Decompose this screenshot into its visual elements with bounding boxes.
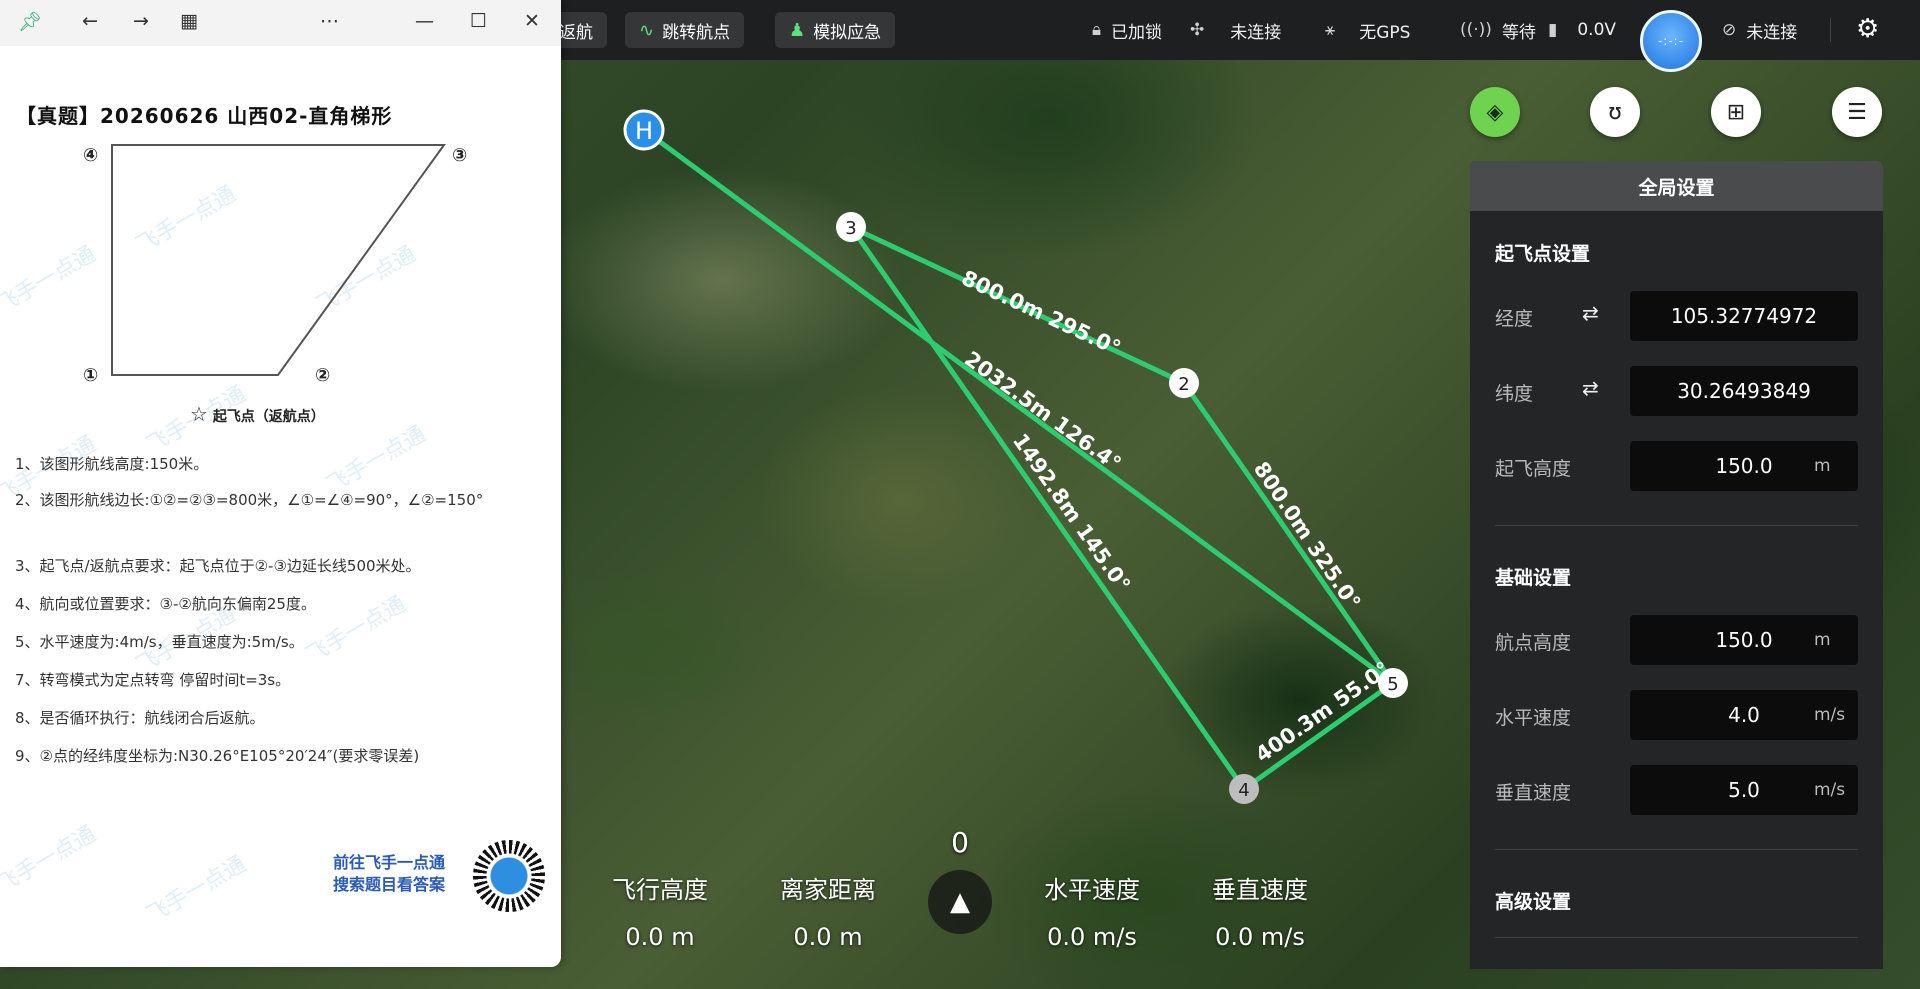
- global-settings-panel: 全局设置 起飞点设置 经度 ⇄ 105.32774972 纬度 ⇄ 30.264…: [1470, 161, 1883, 969]
- divider: [1495, 849, 1858, 850]
- swap-icon[interactable]: ⇄: [1582, 301, 1599, 325]
- window-titlebar: 📌︎ ← → ▦ ⋯ — ☐ ✕: [0, 0, 561, 46]
- takeoff-altitude-label: 起飞高度: [1495, 458, 1572, 480]
- takeoff-legend: ☆ 起飞点（返航点）: [190, 402, 325, 426]
- link-status: ✣ 未连接: [1190, 20, 1282, 43]
- longitude-input[interactable]: 105.32774972: [1630, 291, 1858, 341]
- pin-icon[interactable]: 📌︎: [18, 10, 42, 33]
- svg-text:3: 3: [845, 218, 856, 239]
- vertical-speed-unit: m/s: [1814, 780, 1846, 800]
- document-content: 飞手一点通 飞手一点通 飞手一点通 飞手一点通 飞手一点通 飞手一点通 飞手一点…: [0, 82, 561, 942]
- segment-label-4-5: 400.3m 55.0°: [1251, 657, 1394, 767]
- layers-button[interactable]: ◈: [1470, 87, 1520, 137]
- trapezoid-diagram: [111, 144, 446, 376]
- latitude-input[interactable]: 30.26493849: [1630, 366, 1858, 416]
- home-distance: 离家距离 0.0 m: [780, 876, 876, 951]
- waypoint-altitude-unit: m: [1814, 630, 1831, 650]
- settings-gear-icon[interactable]: ⚙: [1856, 14, 1879, 44]
- grid-icon: ⊞: [1726, 99, 1746, 125]
- swap-icon[interactable]: ⇄: [1582, 376, 1599, 400]
- home-label: H: [635, 117, 653, 145]
- takeoff-altitude-unit: m: [1814, 456, 1831, 476]
- corner-label-2: ②: [315, 365, 331, 386]
- corner-label-1: ①: [83, 365, 99, 386]
- waypoint-altitude-label: 航点高度: [1495, 632, 1572, 654]
- gps-status: ⚹ 无GPS: [1325, 20, 1411, 43]
- return-button-label: 返航: [559, 22, 593, 43]
- svg-text:2: 2: [1178, 374, 1189, 395]
- route-icon: ∿: [639, 19, 655, 41]
- simulate-emergency-button[interactable]: ♟ 模拟应急: [775, 12, 896, 48]
- divider: [1495, 937, 1858, 938]
- layers-icon: ◈: [1486, 99, 1504, 125]
- maximize-icon[interactable]: ☐: [470, 10, 487, 32]
- horizontal-speed-readout: 水平速度 0.0 m/s: [1044, 876, 1140, 951]
- rule-item: 4、航向或位置要求：③-②航向东偏南25度。: [15, 595, 316, 613]
- back-arrow-icon[interactable]: ←: [82, 10, 98, 32]
- divider: [1495, 525, 1858, 526]
- waypoint-5[interactable]: 5: [1378, 668, 1408, 698]
- svg-text:5: 5: [1387, 674, 1398, 695]
- takeoff-section-title: 起飞点设置: [1495, 243, 1591, 265]
- segment-label-3-2: 800.0m 295.0°: [958, 266, 1125, 361]
- corner-label-3: ③: [452, 145, 468, 166]
- minimize-icon[interactable]: —: [415, 10, 434, 32]
- flight-altitude: 飞行高度 0.0 m: [612, 876, 708, 951]
- route-icon: ʊ: [1608, 99, 1622, 125]
- compass-arrow-icon: ▲: [928, 870, 992, 934]
- signal-icon: ((·)): [1460, 20, 1492, 40]
- route-segment-2-5: [1181, 380, 1396, 686]
- divider: [1830, 18, 1831, 42]
- star-icon: ☆: [190, 402, 208, 426]
- vertical-speed-readout: 垂直速度 0.0 m/s: [1212, 876, 1308, 951]
- voltage-status: ▮ 0.0V: [1548, 20, 1617, 40]
- waypoint-4[interactable]: 4: [1229, 774, 1259, 804]
- drone-icon: ✣: [1190, 20, 1205, 40]
- route-button[interactable]: ʊ: [1590, 87, 1640, 137]
- grid-button[interactable]: ⊞: [1711, 87, 1761, 137]
- svg-text:4: 4: [1238, 780, 1249, 801]
- heading-readout: 0: [951, 826, 969, 859]
- home-marker[interactable]: H: [623, 109, 665, 151]
- waypoint-3[interactable]: 3: [836, 212, 866, 242]
- battery-icon: ▮: [1548, 20, 1558, 40]
- horizontal-speed-label: 水平速度: [1495, 707, 1572, 729]
- reference-window: 📌︎ ← → ▦ ⋯ — ☐ ✕ 飞手一点通 飞手一点通 飞手一点通 飞手一点通…: [0, 0, 561, 967]
- list-button[interactable]: ☰: [1832, 87, 1882, 137]
- remote-status: ⊘ 未连接: [1722, 20, 1798, 43]
- rule-item: 5、水平速度为:4m/s，垂直速度为:5m/s。: [15, 633, 304, 651]
- rule-item: 9、②点的经纬度坐标为:N30.26°E105°20′24″(要求零误差): [15, 747, 420, 765]
- longitude-label: 经度: [1495, 308, 1534, 330]
- basic-section-title: 基础设置: [1495, 567, 1572, 589]
- lock-icon: 🔒︎: [1092, 20, 1102, 40]
- close-icon[interactable]: ✕: [524, 10, 540, 32]
- simulate-emergency-label: 模拟应急: [813, 22, 882, 43]
- grid-view-icon[interactable]: ▦: [180, 10, 198, 32]
- rule-item: 1、该图形航线高度:150米。: [15, 455, 209, 473]
- rule-item: 8、是否循环执行：航线闭合后返航。: [15, 709, 265, 727]
- list-icon: ☰: [1847, 99, 1867, 125]
- rule-item: 3、起飞点/返航点要求：起飞点位于②-③边延长线500米处。: [15, 557, 421, 575]
- unlink-icon: ⊘: [1722, 20, 1737, 40]
- corner-label-4: ④: [83, 145, 99, 166]
- wait-status: ((·)) 等待: [1460, 20, 1536, 43]
- rule-item: 7、转弯模式为定点转弯 停留时间t=3s。: [15, 671, 291, 689]
- more-icon[interactable]: ⋯: [320, 10, 339, 32]
- attitude-indicator[interactable]: -:-:-: [1640, 10, 1702, 72]
- horizontal-speed-unit: m/s: [1814, 705, 1846, 725]
- panel-title: 全局设置: [1470, 161, 1883, 211]
- latitude-label: 纬度: [1495, 383, 1534, 405]
- promo-text[interactable]: 前往飞手一点通 搜索题目看答案: [333, 852, 445, 896]
- rule-item: 2、该图形航线边长:①②=②③=800米，∠①=∠④=90°，∠②=150°: [15, 491, 484, 509]
- qr-code[interactable]: [470, 837, 548, 915]
- forward-arrow-icon[interactable]: →: [133, 10, 149, 32]
- advanced-section-title[interactable]: 高级设置: [1495, 887, 1571, 914]
- jump-waypoint-button[interactable]: ∿ 跳转航点: [625, 12, 745, 48]
- person-icon: ♟: [789, 19, 806, 41]
- lock-status: 🔒︎ 已加锁: [1092, 20, 1163, 43]
- vertical-speed-label: 垂直速度: [1495, 782, 1572, 804]
- jump-waypoint-label: 跳转航点: [662, 22, 731, 43]
- satellite-icon: ⚹: [1325, 20, 1336, 40]
- waypoint-2[interactable]: 2: [1169, 368, 1199, 398]
